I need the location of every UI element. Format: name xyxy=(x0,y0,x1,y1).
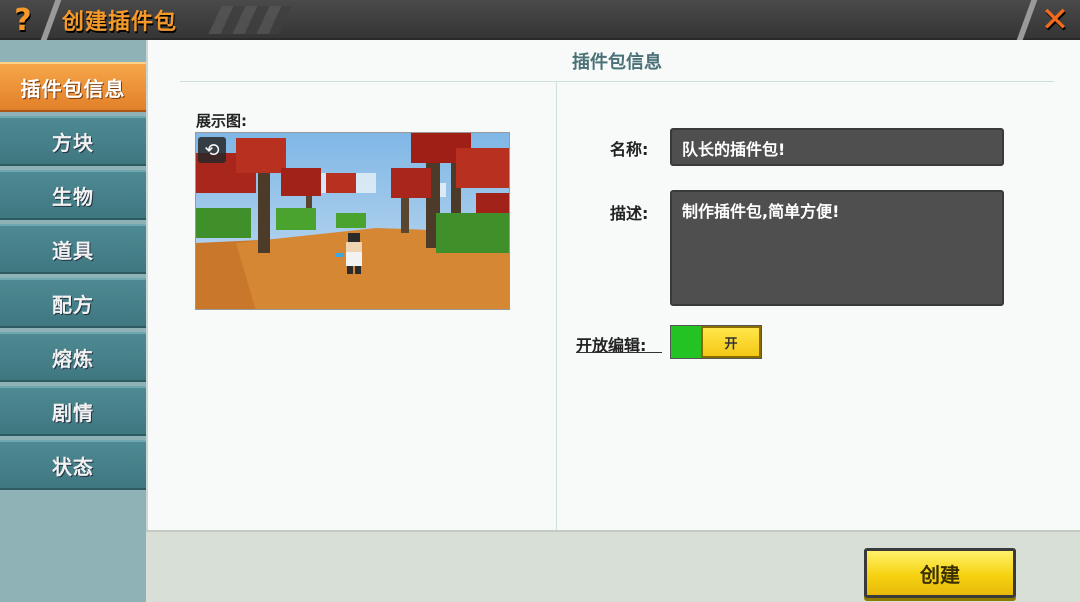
name-label: 名称: xyxy=(610,140,649,159)
label-underline xyxy=(576,352,662,353)
preview-label: 展示图: xyxy=(196,112,247,130)
panel-title: 插件包信息 xyxy=(180,40,1054,82)
sidebar-item-recipes[interactable]: 配方 xyxy=(0,278,146,328)
create-button-label: 创建 xyxy=(920,562,960,587)
checker-decoration xyxy=(208,6,292,34)
sidebar-item-smelting[interactable]: 熔炼 xyxy=(0,332,146,382)
sidebar-item-label: 剧情 xyxy=(52,400,94,425)
pack-info-panel: 插件包信息 展示图: ⟲ 名称: 队长的插件包! 描述: 制作插件包,简单方便!… xyxy=(146,40,1080,530)
sidebar-item-status[interactable]: 状态 xyxy=(0,440,146,490)
sidebar-item-creatures[interactable]: 生物 xyxy=(0,170,146,220)
sidebar: 插件包信息 方块 生物 道具 配方 熔炼 剧情 状态 xyxy=(0,44,146,602)
close-icon: ✕ xyxy=(1040,0,1070,40)
sidebar-item-blocks[interactable]: 方块 xyxy=(0,116,146,166)
preview-scene xyxy=(196,133,509,309)
open-edit-toggle[interactable]: 开 xyxy=(670,325,762,359)
refresh-button[interactable]: ⟲ xyxy=(198,137,226,163)
sidebar-item-items[interactable]: 道具 xyxy=(0,224,146,274)
description-label: 描述: xyxy=(610,204,649,223)
create-button[interactable]: 创建 xyxy=(864,548,1016,598)
title-bar: ? 创建插件包 ✕ xyxy=(0,0,1080,40)
name-input[interactable]: 队长的插件包! xyxy=(670,128,1004,166)
refresh-icon: ⟲ xyxy=(204,139,220,161)
sidebar-item-label: 配方 xyxy=(52,292,94,317)
toggle-knob[interactable]: 开 xyxy=(701,326,761,358)
sidebar-item-label: 方块 xyxy=(52,130,94,155)
sidebar-item-label: 状态 xyxy=(52,454,94,479)
description-input[interactable]: 制作插件包,简单方便! xyxy=(670,190,1004,306)
preview-image[interactable]: ⟲ xyxy=(195,132,510,310)
footer-bar: 创建 xyxy=(146,530,1080,602)
sidebar-item-label: 道具 xyxy=(52,238,94,263)
toggle-track xyxy=(671,326,701,358)
sidebar-item-story[interactable]: 剧情 xyxy=(0,386,146,436)
sidebar-item-label: 熔炼 xyxy=(52,346,94,371)
toggle-state-label: 开 xyxy=(724,336,738,352)
page-title: 创建插件包 xyxy=(62,10,178,35)
help-button[interactable]: ? xyxy=(0,0,46,40)
sidebar-item-label: 插件包信息 xyxy=(20,76,126,101)
sidebar-item-pack-info[interactable]: 插件包信息 xyxy=(0,62,146,112)
question-mark-icon: ? xyxy=(14,2,32,38)
sidebar-item-label: 生物 xyxy=(52,184,94,209)
close-button[interactable]: ✕ xyxy=(1030,0,1080,40)
divider xyxy=(556,82,557,530)
